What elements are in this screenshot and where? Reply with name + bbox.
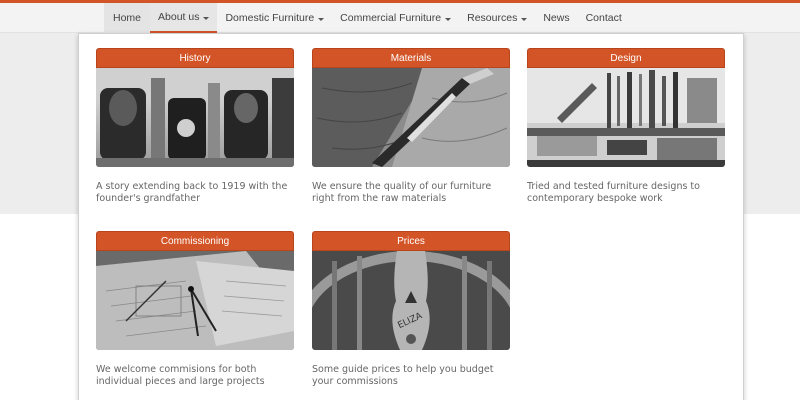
card-description: A story extending back to 1919 with the … bbox=[96, 181, 288, 204]
workshop-tools-photo[interactable] bbox=[527, 68, 725, 167]
caret-down-icon bbox=[445, 17, 452, 21]
card-description: Tried and tested furniture designs to co… bbox=[527, 181, 700, 204]
nav-menu: Home About us Domestic Furniture Commerc… bbox=[104, 3, 630, 33]
card-description: We ensure the quality of our furniture r… bbox=[312, 181, 492, 204]
card-description: We welcome commisions for both individua… bbox=[96, 364, 265, 387]
nav-item-label: Contact bbox=[585, 12, 622, 24]
nav-item-label: Home bbox=[113, 12, 142, 24]
page-background-right bbox=[744, 34, 800, 400]
main-navbar: Home About us Domestic Furniture Commerc… bbox=[0, 3, 800, 33]
card-history[interactable]: History A story extending back to 1919 w… bbox=[96, 48, 294, 205]
nav-item-news[interactable]: News bbox=[535, 3, 577, 33]
card-materials[interactable]: Materials We ensure the quality of our f… bbox=[312, 48, 510, 205]
card-title[interactable]: Commissioning bbox=[96, 231, 294, 251]
about-us-dropdown-panel: History A story extending back to 1919 w… bbox=[78, 33, 744, 400]
card-title[interactable]: Prices bbox=[312, 231, 510, 251]
card-description: Some guide prices to help you budget you… bbox=[312, 364, 494, 387]
nav-item-home[interactable]: Home bbox=[104, 3, 151, 33]
card-commissioning[interactable]: Commissioning We welcome commisions for … bbox=[96, 231, 294, 388]
drafting-drawings-photo[interactable] bbox=[96, 251, 294, 350]
nav-item-label: Resources bbox=[467, 12, 518, 24]
woodworking-planes-photo[interactable] bbox=[96, 68, 294, 167]
nav-item-about-us[interactable]: About us bbox=[150, 3, 218, 33]
nav-item-label: Domestic Furniture bbox=[225, 12, 315, 24]
eliza-chair-back-photo[interactable]: ELIZA bbox=[312, 251, 510, 350]
nav-item-contact[interactable]: Contact bbox=[578, 3, 630, 33]
card-title[interactable]: Design bbox=[527, 48, 725, 68]
nav-item-label: Commercial Furniture bbox=[340, 12, 442, 24]
caret-down-icon bbox=[521, 17, 528, 21]
card-title[interactable]: Materials bbox=[312, 48, 510, 68]
nav-item-label: About us bbox=[158, 11, 200, 23]
nav-item-resources[interactable]: Resources bbox=[459, 3, 535, 33]
card-design[interactable]: Design Tried and tested furniture design… bbox=[527, 48, 725, 205]
nav-item-commercial-furniture[interactable]: Commercial Furniture bbox=[332, 3, 459, 33]
caret-down-icon bbox=[203, 16, 210, 20]
card-title[interactable]: History bbox=[96, 48, 294, 68]
card-prices[interactable]: Prices ELIZA Some guide prices to help y… bbox=[312, 231, 510, 388]
chisel-on-wood-photo[interactable] bbox=[312, 68, 510, 167]
nav-item-domestic-furniture[interactable]: Domestic Furniture bbox=[217, 3, 332, 33]
page-background-left bbox=[0, 34, 78, 400]
caret-down-icon bbox=[318, 17, 325, 21]
nav-item-label: News bbox=[543, 12, 570, 24]
